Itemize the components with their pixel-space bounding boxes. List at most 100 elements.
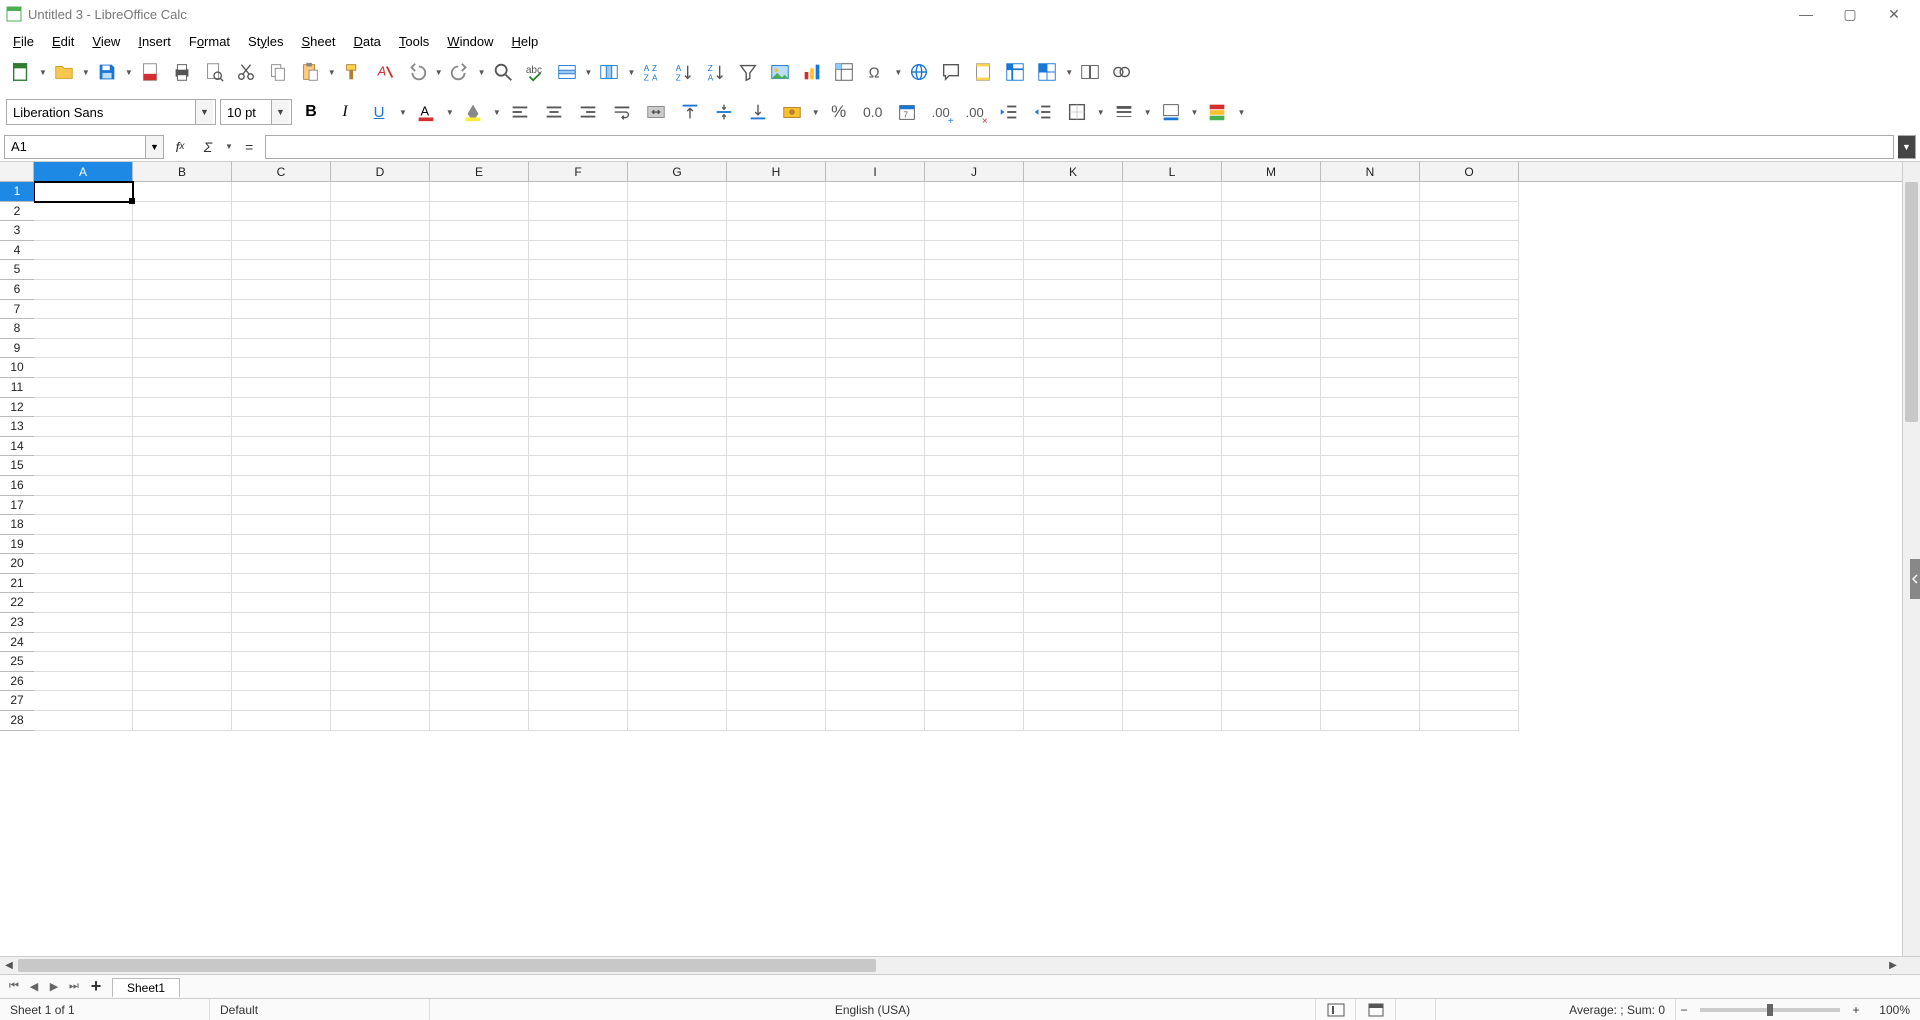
zoom-out-button[interactable]: − (1676, 1003, 1692, 1017)
cell[interactable] (331, 535, 430, 555)
cell[interactable] (1321, 241, 1420, 261)
paste-dropdown[interactable]: ▼ (328, 68, 336, 77)
cell[interactable] (232, 652, 331, 672)
cell[interactable] (628, 672, 727, 692)
menu-data[interactable]: Data (344, 32, 389, 51)
cell[interactable] (1321, 319, 1420, 339)
cell[interactable] (1321, 711, 1420, 731)
export-pdf-icon[interactable] (135, 57, 165, 87)
highlight-dropdown[interactable]: ▼ (493, 108, 501, 117)
cell[interactable] (826, 574, 925, 594)
row-header[interactable]: 14 (0, 437, 34, 457)
headers-footers-icon[interactable] (968, 57, 998, 87)
menu-window[interactable]: Window (438, 32, 502, 51)
copy-icon[interactable] (263, 57, 293, 87)
cell[interactable] (925, 417, 1024, 437)
cell[interactable] (529, 574, 628, 594)
cell[interactable] (1420, 398, 1519, 418)
cell[interactable] (925, 182, 1024, 202)
cell[interactable] (1024, 574, 1123, 594)
freeze-panes-icon[interactable] (1000, 57, 1030, 87)
cell[interactable] (826, 260, 925, 280)
cell[interactable] (331, 633, 430, 653)
cell[interactable] (1222, 593, 1321, 613)
row-header[interactable]: 11 (0, 378, 34, 398)
cell[interactable] (1321, 280, 1420, 300)
next-sheet-icon[interactable]: ▶ (44, 977, 64, 997)
cell[interactable] (1123, 672, 1222, 692)
cell[interactable] (1123, 182, 1222, 202)
cell[interactable] (232, 593, 331, 613)
cell[interactable] (232, 554, 331, 574)
redo-dropdown[interactable]: ▼ (478, 68, 486, 77)
cell[interactable] (1222, 711, 1321, 731)
cell[interactable] (925, 202, 1024, 222)
cell[interactable] (133, 378, 232, 398)
cell[interactable] (430, 633, 529, 653)
cell[interactable] (331, 378, 430, 398)
cell[interactable] (1222, 260, 1321, 280)
sum-dropdown[interactable]: ▼ (225, 142, 233, 151)
cell[interactable] (1420, 456, 1519, 476)
cell[interactable] (34, 554, 133, 574)
cell[interactable] (925, 574, 1024, 594)
font-size-combo[interactable]: ▼ (220, 99, 292, 125)
cell[interactable] (628, 456, 727, 476)
cell[interactable] (430, 202, 529, 222)
cell[interactable] (1321, 633, 1420, 653)
align-top-icon[interactable] (675, 97, 705, 127)
cell[interactable] (1024, 300, 1123, 320)
row-header[interactable]: 19 (0, 535, 34, 555)
clone-formatting-icon[interactable] (338, 57, 368, 87)
cell[interactable] (727, 300, 826, 320)
cell[interactable] (430, 378, 529, 398)
borders-dropdown[interactable]: ▼ (1097, 108, 1105, 117)
split-window-icon[interactable] (1032, 57, 1062, 87)
cells-area[interactable] (34, 182, 1902, 731)
cell[interactable] (727, 535, 826, 555)
menu-file[interactable]: File (4, 32, 43, 51)
insert-image-icon[interactable] (765, 57, 795, 87)
cell[interactable] (34, 339, 133, 359)
row-header[interactable]: 12 (0, 398, 34, 418)
cell[interactable] (727, 221, 826, 241)
cell[interactable] (430, 613, 529, 633)
cell[interactable] (133, 339, 232, 359)
cell[interactable] (1321, 613, 1420, 633)
menu-insert[interactable]: Insert (129, 32, 180, 51)
cell[interactable] (34, 260, 133, 280)
menu-styles[interactable]: Styles (239, 32, 292, 51)
cell[interactable] (529, 319, 628, 339)
cell[interactable] (727, 280, 826, 300)
cell[interactable] (529, 496, 628, 516)
row-header[interactable]: 26 (0, 672, 34, 692)
cell[interactable] (232, 221, 331, 241)
cell[interactable] (1123, 574, 1222, 594)
cell[interactable] (34, 241, 133, 261)
row-header[interactable]: 20 (0, 554, 34, 574)
cell[interactable] (1321, 339, 1420, 359)
cell[interactable] (1024, 554, 1123, 574)
cell[interactable] (430, 182, 529, 202)
cell[interactable] (628, 260, 727, 280)
cell[interactable] (34, 182, 133, 202)
cell[interactable] (1321, 554, 1420, 574)
cell[interactable] (133, 358, 232, 378)
cell[interactable] (628, 691, 727, 711)
cell[interactable] (1420, 535, 1519, 555)
first-sheet-icon[interactable]: ⏮ (4, 977, 24, 997)
name-box-arrow-icon[interactable]: ▼ (145, 136, 163, 158)
cell[interactable] (34, 652, 133, 672)
special-char-icon[interactable]: Ω (861, 57, 891, 87)
cell[interactable] (826, 515, 925, 535)
cell[interactable] (925, 300, 1024, 320)
percent-icon[interactable]: % (824, 97, 854, 127)
cell[interactable] (133, 260, 232, 280)
formula-expand-icon[interactable]: ▼ (1898, 135, 1916, 159)
cut-icon[interactable] (231, 57, 261, 87)
cell[interactable] (1321, 358, 1420, 378)
row-header[interactable]: 28 (0, 711, 34, 731)
cell[interactable] (529, 378, 628, 398)
wrap-text-icon[interactable] (607, 97, 637, 127)
cell[interactable] (1222, 339, 1321, 359)
